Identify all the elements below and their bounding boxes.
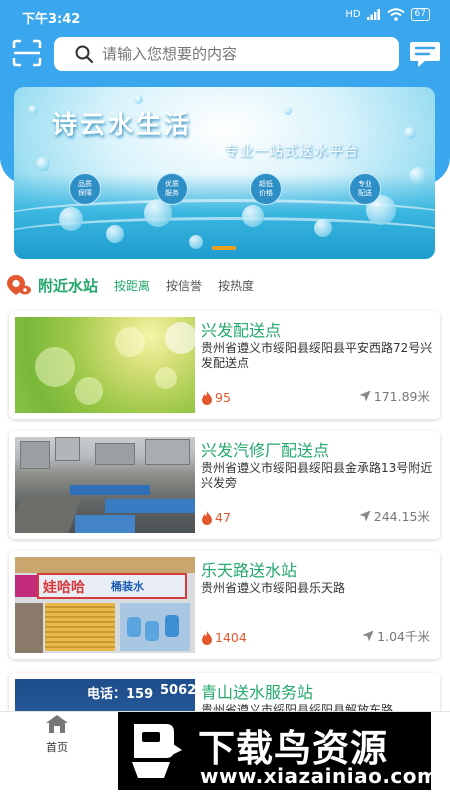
banner-bubble [106, 225, 124, 243]
station-distance: 1.04千米 [362, 626, 430, 645]
station-heat: 95 [201, 390, 231, 405]
shop-sign-text: 电话：159 [87, 687, 154, 702]
status-bar: 下午3:42 HD 67 [0, 0, 450, 32]
navigation-arrow-icon [359, 390, 371, 401]
banner-subtitle: 专业一站式送水平台 [224, 144, 359, 160]
nearby-section-header: 附近水站 按距离 按信誉 按热度 [0, 272, 450, 298]
battery-icon: 67 [410, 8, 430, 21]
signal-icon [366, 9, 380, 20]
banner-badge-quality: 品质 保障 [69, 173, 101, 205]
station-address: 贵州省遵义市绥阳县乐天路 [201, 581, 346, 595]
station-distance: 244.15米 [359, 506, 430, 525]
search-input[interactable] [102, 45, 392, 63]
flame-icon [202, 510, 212, 525]
banner-bubble [409, 167, 427, 185]
banner-title: 诗云水生活 [52, 110, 193, 139]
banner-badge-delivery: 专业 配送 [349, 173, 381, 205]
scan-icon[interactable] [12, 39, 42, 67]
status-time: 下午3:42 [22, 12, 81, 27]
status-icons: HD 67 [345, 8, 430, 21]
banner-bubble [242, 205, 264, 227]
station-distance: 171.89米 [359, 386, 430, 405]
section-title: 附近水站 [38, 276, 99, 295]
station-heat: 1404 [201, 630, 247, 645]
station-address: 贵州省遵义市绥阳县绥阳县金承路13号附近兴发旁 [201, 461, 433, 490]
banner-badge-service: 优质 服务 [156, 173, 188, 205]
bird-logo-icon [132, 724, 182, 778]
station-name: 兴发汽修厂配送点 [201, 441, 330, 460]
banner-bubble [189, 235, 203, 249]
station-photo: 娃哈哈 桶装水 [15, 557, 195, 653]
banner-bubble [284, 107, 292, 115]
station-address: 贵州省遵义市绥阳县绥阳县平安西路72号兴发配送点 [201, 341, 433, 370]
banner-bubble [59, 207, 83, 231]
banner-badge-price: 超低 价格 [250, 173, 282, 205]
tab-sort-popularity[interactable]: 按热度 [218, 277, 254, 294]
navigation-arrow-icon [359, 510, 371, 521]
flame-icon [202, 390, 212, 405]
station-photo [15, 317, 195, 413]
watermark-url: www.xiazainiao.com [200, 764, 439, 788]
banner-indicator [212, 246, 236, 250]
banner-bubble [314, 219, 332, 237]
banner-bubble [36, 157, 50, 171]
network-label: HD [345, 9, 361, 20]
station-card[interactable]: 兴发配送点 贵州省遵义市绥阳县绥阳县平安西路72号兴发配送点 95 171.89… [9, 311, 440, 419]
station-card[interactable]: 娃哈哈 桶装水 乐天路送水站 贵州省遵义市绥阳县乐天路 1404 1.04千米 [9, 551, 440, 659]
station-heat: 47 [201, 510, 231, 525]
station-name: 乐天路送水站 [201, 561, 298, 580]
wifi-icon [386, 8, 405, 21]
location-pin-icon [7, 275, 31, 295]
message-icon[interactable] [409, 39, 441, 69]
home-icon [46, 715, 68, 733]
search-icon [75, 45, 94, 64]
station-name: 青山送水服务站 [201, 683, 314, 702]
watermark-overlay: 下载鸟资源 www.xiazainiao.com [118, 712, 438, 790]
shop-sign-text-b: 5062 [160, 683, 195, 698]
banner-bubble [134, 95, 143, 104]
storefront-sign-sub: 桶装水 [111, 580, 144, 593]
tab-sort-distance[interactable]: 按距离 [114, 277, 150, 294]
banner-bubble [28, 105, 38, 115]
navigation-arrow-icon [362, 630, 374, 641]
nav-home-label: 首页 [46, 741, 68, 754]
promo-banner[interactable]: 诗云水生活 专业一站式送水平台 品质 保障 优质 服务 超低 价格 专业 配送 [14, 87, 435, 259]
station-card[interactable]: 兴发汽修厂配送点 贵州省遵义市绥阳县绥阳县金承路13号附近兴发旁 47 244.… [9, 431, 440, 539]
storefront-sign: 娃哈哈 [43, 580, 85, 596]
tab-sort-reputation[interactable]: 按信誉 [166, 277, 202, 294]
station-name: 兴发配送点 [201, 321, 282, 340]
flame-icon [202, 630, 212, 645]
search-bar[interactable] [54, 37, 399, 71]
banner-bubble [404, 127, 416, 139]
station-photo [15, 437, 195, 533]
nav-home[interactable]: 首页 [35, 714, 79, 755]
